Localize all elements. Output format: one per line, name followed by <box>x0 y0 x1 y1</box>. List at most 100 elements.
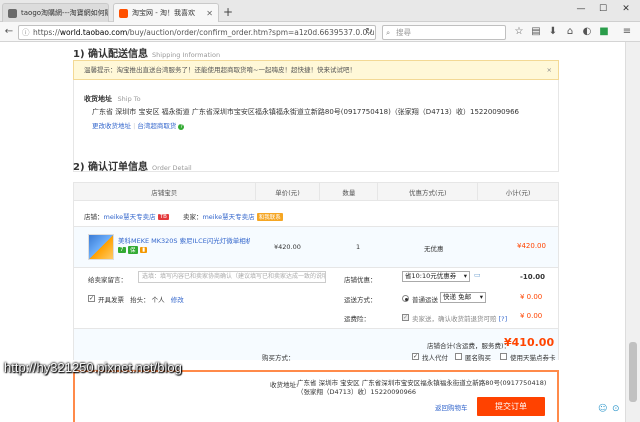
shipping-method-label: 运送方式： <box>344 296 377 304</box>
confirm-address: 广东省 深圳市 宝安区 广东省深圳市宝安区福永镇福永街道立新路80号(09177… <box>297 379 547 396</box>
insurance-row: 卖家送，确认收货前退货可赔 [?] <box>412 313 507 323</box>
pocket-icon[interactable]: ◐ <box>580 25 594 39</box>
submit-order-button[interactable]: 提交订单 <box>477 397 545 416</box>
contact-seller-button[interactable]: 和我联系 <box>256 213 283 221</box>
col-qty: 数量 <box>319 182 379 201</box>
watermark-text: http://hy321250.pixnet.net/blog <box>4 360 182 375</box>
url-path: /buy/auction/order/confirm_order.htm?spm… <box>127 28 376 37</box>
item-subtotal: ¥420.00 <box>517 242 546 250</box>
window-close-button[interactable]: ✕ <box>615 2 637 16</box>
insurance-label: 运费险： <box>344 315 370 323</box>
coupon-icon[interactable]: ▭ <box>474 271 481 279</box>
buy-method-label: 购买方式： <box>262 354 295 362</box>
tab-taogo[interactable]: taogo淘購網---淘寶網如何購 ✕ <box>2 3 109 22</box>
shipping-section-title: 1) 确认配送信息 Shipping Information <box>73 49 221 60</box>
info-icon[interactable]: ⓘ <box>22 26 30 39</box>
flag-icon: ▮ <box>140 246 148 253</box>
insurance-fee: ¥ 0.00 <box>520 312 543 320</box>
tab-title: taogo淘購網---淘寶網如何購 <box>21 9 109 17</box>
back-icon[interactable]: ← <box>2 25 16 39</box>
new-tab-button[interactable]: + <box>221 5 235 19</box>
address-links: 更改收货地址 | 台湾超商取货 ? <box>92 122 185 130</box>
store-discount-select[interactable]: 省10:10元优惠券 ▾ <box>402 271 470 282</box>
scrollbar[interactable] <box>625 42 640 422</box>
insurance-help-link[interactable]: [?] <box>499 315 508 323</box>
item-title-link[interactable]: 美科MEKE MK320S 索尼ILCE闪光灯微单相机 TTL… <box>118 235 250 245</box>
coupon-card-checkbox[interactable] <box>500 353 507 360</box>
chevron-down-icon: ▾ <box>479 293 483 301</box>
tmall-badge-icon: TB <box>157 214 169 220</box>
selected-address[interactable]: 广东省 深圳市 宝安区 福永街道 广东省深圳市宝安区福永镇福永街道立新路80号(… <box>92 107 552 117</box>
search-input[interactable]: ⌕ 搜尋 <box>382 25 506 40</box>
url-prefix: https:// <box>33 28 60 37</box>
store-discount-label: 店铺优惠： <box>344 276 377 284</box>
menu-icon[interactable]: ≡ <box>620 25 634 39</box>
anonymous-checkbox[interactable] <box>455 353 462 360</box>
item-discount: 无优惠 <box>424 245 444 253</box>
shipping-section-subtitle: Shipping Information <box>152 51 221 59</box>
total-label: 店铺合计(含运费，服务费)： <box>427 342 511 350</box>
order-body: 店铺：meike慧天专卖店 TB 卖家：meike慧天专卖店 和我联系 美科ME… <box>73 200 559 360</box>
shop-row: 店铺：meike慧天专卖店 TB 卖家：meike慧天专卖店 和我联系 <box>84 211 283 221</box>
chevron-down-icon: ▾ <box>463 272 467 280</box>
col-price: 单价(元) <box>254 182 321 201</box>
seller-label: 卖家： <box>182 213 203 221</box>
taiwan-pickup-link[interactable]: 台湾超商取货 <box>137 122 176 130</box>
taobao-favicon-icon <box>119 8 128 18</box>
browser-nav-bar: ← ⓘ https://world.taobao.com/buy/auction… <box>0 22 640 42</box>
order-section-title: 2) 确认订单信息 Order Detail <box>73 162 192 173</box>
col-discount: 优惠方式(元) <box>377 182 479 201</box>
store-discount-amount: -10.00 <box>520 273 546 281</box>
invoice-row: 开具发票 抬头： 个人 修改 <box>98 294 184 304</box>
notice-text: 温馨提示：淘宝推出直送台湾服务了！还能使用超商取货唷~一起嗨皮！超快捷！快来试试… <box>84 66 356 74</box>
seller-name-link[interactable]: meike慧天专卖店 <box>202 213 254 221</box>
invoice-checkbox[interactable]: ✓ <box>88 295 95 302</box>
download-icon[interactable]: ⬇ <box>546 25 560 39</box>
address-label-en: Ship To <box>117 95 141 103</box>
item-row: 美科MEKE MK320S 索尼ILCE闪光灯微单相机 TTL… 7 保 ▮ ¥… <box>74 226 558 268</box>
shop-name-link[interactable]: meike慧天专卖店 <box>104 213 156 221</box>
help-icon[interactable]: ? <box>178 124 185 130</box>
message-label: 给卖家留言： <box>88 276 127 284</box>
insurance-checkbox[interactable]: ✓ <box>402 314 409 321</box>
minimize-button[interactable]: — <box>570 2 592 16</box>
search-placeholder: 搜尋 <box>396 28 411 37</box>
star-icon[interactable]: ☆ <box>512 25 526 39</box>
item-badges: 7 保 ▮ <box>118 245 148 254</box>
browser-tab-bar: taogo淘購網---淘寶網如何購 ✕ 淘宝网 - 淘！我喜欢 ✕ + — ☐ … <box>0 0 640 22</box>
change-address-link[interactable]: 更改收货地址 <box>92 122 131 130</box>
item-thumbnail[interactable] <box>88 234 114 260</box>
home-icon[interactable]: ⌂ <box>563 25 577 39</box>
tab-taobao[interactable]: 淘宝网 - 淘！我喜欢 ✕ <box>113 3 219 22</box>
search-icon: ⌕ <box>386 28 391 37</box>
scrollbar-thumb[interactable] <box>629 342 637 402</box>
favicon-icon <box>8 8 17 18</box>
back-to-cart-link[interactable]: 返回购物车 <box>435 402 468 412</box>
shipping-radio[interactable] <box>402 295 409 302</box>
bookmarks-icon[interactable]: ▤ <box>529 25 543 39</box>
feedback-icon[interactable]: ☺ <box>598 404 607 414</box>
close-tab-icon[interactable]: ✕ <box>202 9 213 18</box>
seven-day-return-icon: 7 <box>118 246 126 253</box>
reload-icon[interactable]: ↻ <box>362 25 376 39</box>
item-price: ¥420.00 <box>274 243 301 251</box>
notice-banner: 温馨提示：淘宝推出直送台湾服务了！还能使用超商取货唷~一起嗨皮！超快捷！快来试试… <box>73 60 559 80</box>
confirm-box: 收货地址: 广东省 深圳市 宝安区 广东省深圳市宝安区福永镇福永街道立新路80号… <box>73 370 559 422</box>
shipping-option: 普通运送 <box>412 296 438 304</box>
top-icon[interactable]: ⊙ <box>612 404 620 414</box>
shop-label: 店铺： <box>84 213 104 221</box>
extension-icon[interactable]: ■ <box>597 25 611 39</box>
notice-close-icon[interactable]: × <box>547 61 552 79</box>
address-label: 收货地址 Ship To <box>84 95 141 103</box>
invoice-edit-link[interactable]: 修改 <box>171 296 184 304</box>
pay-by-others-checkbox[interactable]: ✓ <box>412 353 419 360</box>
total-amount: ¥410.00 <box>504 336 555 349</box>
invoice-label: 开具发票 <box>98 296 124 304</box>
url-bar[interactable]: ⓘ https://world.taobao.com/buy/auction/o… <box>18 25 376 40</box>
invoice-head-label: 抬头： <box>130 296 150 304</box>
message-input[interactable]: 选填：填写内容已和卖家协商确认（建议填写已和卖家达成一致的说明） <box>138 271 326 283</box>
guarantee-icon: 保 <box>128 245 138 254</box>
maximize-button[interactable]: ☐ <box>592 2 614 16</box>
shipping-select[interactable]: 快递 免邮 ▾ <box>440 292 486 303</box>
insurance-text: 卖家送，确认收货前退货可赔 <box>412 315 497 323</box>
